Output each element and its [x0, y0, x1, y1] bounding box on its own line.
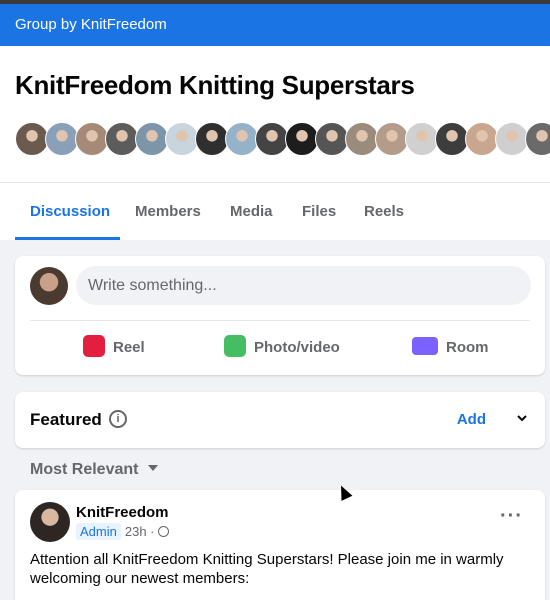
member-avatar[interactable]	[405, 122, 439, 156]
member-avatar[interactable]	[255, 122, 289, 156]
member-avatar[interactable]	[75, 122, 109, 156]
room-video-icon	[412, 337, 438, 356]
photo-video-label: Photo/video	[254, 339, 340, 356]
caret-down-icon	[148, 464, 159, 471]
member-avatar[interactable]	[195, 122, 229, 156]
active-tab-indicator	[15, 237, 120, 240]
member-avatar[interactable]	[315, 122, 349, 156]
photo-video-button[interactable]: Photo/video	[224, 332, 340, 364]
tab-discussion[interactable]: Discussion	[30, 183, 110, 240]
member-avatar[interactable]	[435, 122, 469, 156]
member-avatars[interactable]	[15, 122, 550, 158]
member-avatar[interactable]	[135, 122, 169, 156]
group-by-banner[interactable]: Group by KnitFreedom	[0, 4, 550, 46]
member-avatar[interactable]	[345, 122, 379, 156]
tab-media[interactable]: Media	[230, 183, 273, 240]
member-avatar[interactable]	[165, 122, 199, 156]
avatar[interactable]	[30, 502, 70, 542]
page-title: KnitFreedom Knitting Superstars	[15, 70, 415, 100]
featured-heading: Featured	[30, 410, 102, 429]
admin-badge: Admin	[76, 523, 121, 540]
tab-files[interactable]: Files	[302, 183, 336, 240]
post-meta: Admin 23h ·	[76, 523, 169, 540]
room-button[interactable]: Room	[412, 332, 489, 364]
tab-bar: Discussion Members Media Files Reels	[0, 182, 550, 241]
member-avatar[interactable]	[525, 122, 550, 156]
globe-icon	[157, 526, 169, 538]
info-icon[interactable]: i	[109, 410, 127, 428]
divider	[30, 320, 530, 321]
sort-label: Most Relevant	[30, 461, 139, 478]
member-avatar[interactable]	[375, 122, 409, 156]
room-label: Room	[446, 339, 489, 356]
post-time[interactable]: 23h ·	[125, 524, 155, 539]
member-avatar[interactable]	[495, 122, 529, 156]
reel-icon	[83, 335, 105, 358]
tab-members[interactable]: Members	[135, 183, 201, 240]
avatar[interactable]	[30, 267, 68, 305]
post-text: Attention all KnitFreedom Knitting Super…	[30, 551, 504, 587]
more-options-icon[interactable]: ···	[500, 506, 523, 526]
chevron-down-icon[interactable]	[517, 413, 527, 423]
member-avatar[interactable]	[45, 122, 79, 156]
member-avatar[interactable]	[105, 122, 139, 156]
reel-button[interactable]: Reel	[83, 332, 145, 364]
post-card: KnitFreedom Admin 23h · ··· Attention all…	[15, 490, 545, 600]
member-avatar[interactable]	[285, 122, 319, 156]
post-composer: Write something... Reel Photo/video Room	[15, 256, 545, 375]
tab-reels[interactable]: Reels	[364, 183, 404, 240]
featured-section: Featured i Add	[15, 392, 545, 448]
member-avatar[interactable]	[225, 122, 259, 156]
member-avatar[interactable]	[15, 122, 49, 156]
featured-add-button[interactable]: Add	[457, 392, 486, 448]
photo-video-icon	[224, 335, 246, 358]
write-something-input[interactable]: Write something...	[76, 266, 531, 305]
group-header: KnitFreedom Knitting Superstars Discussi…	[0, 46, 550, 240]
post-author[interactable]: KnitFreedom	[76, 504, 169, 521]
sort-dropdown[interactable]: Most Relevant	[30, 456, 159, 484]
reel-label: Reel	[113, 339, 145, 356]
member-avatar[interactable]	[465, 122, 499, 156]
